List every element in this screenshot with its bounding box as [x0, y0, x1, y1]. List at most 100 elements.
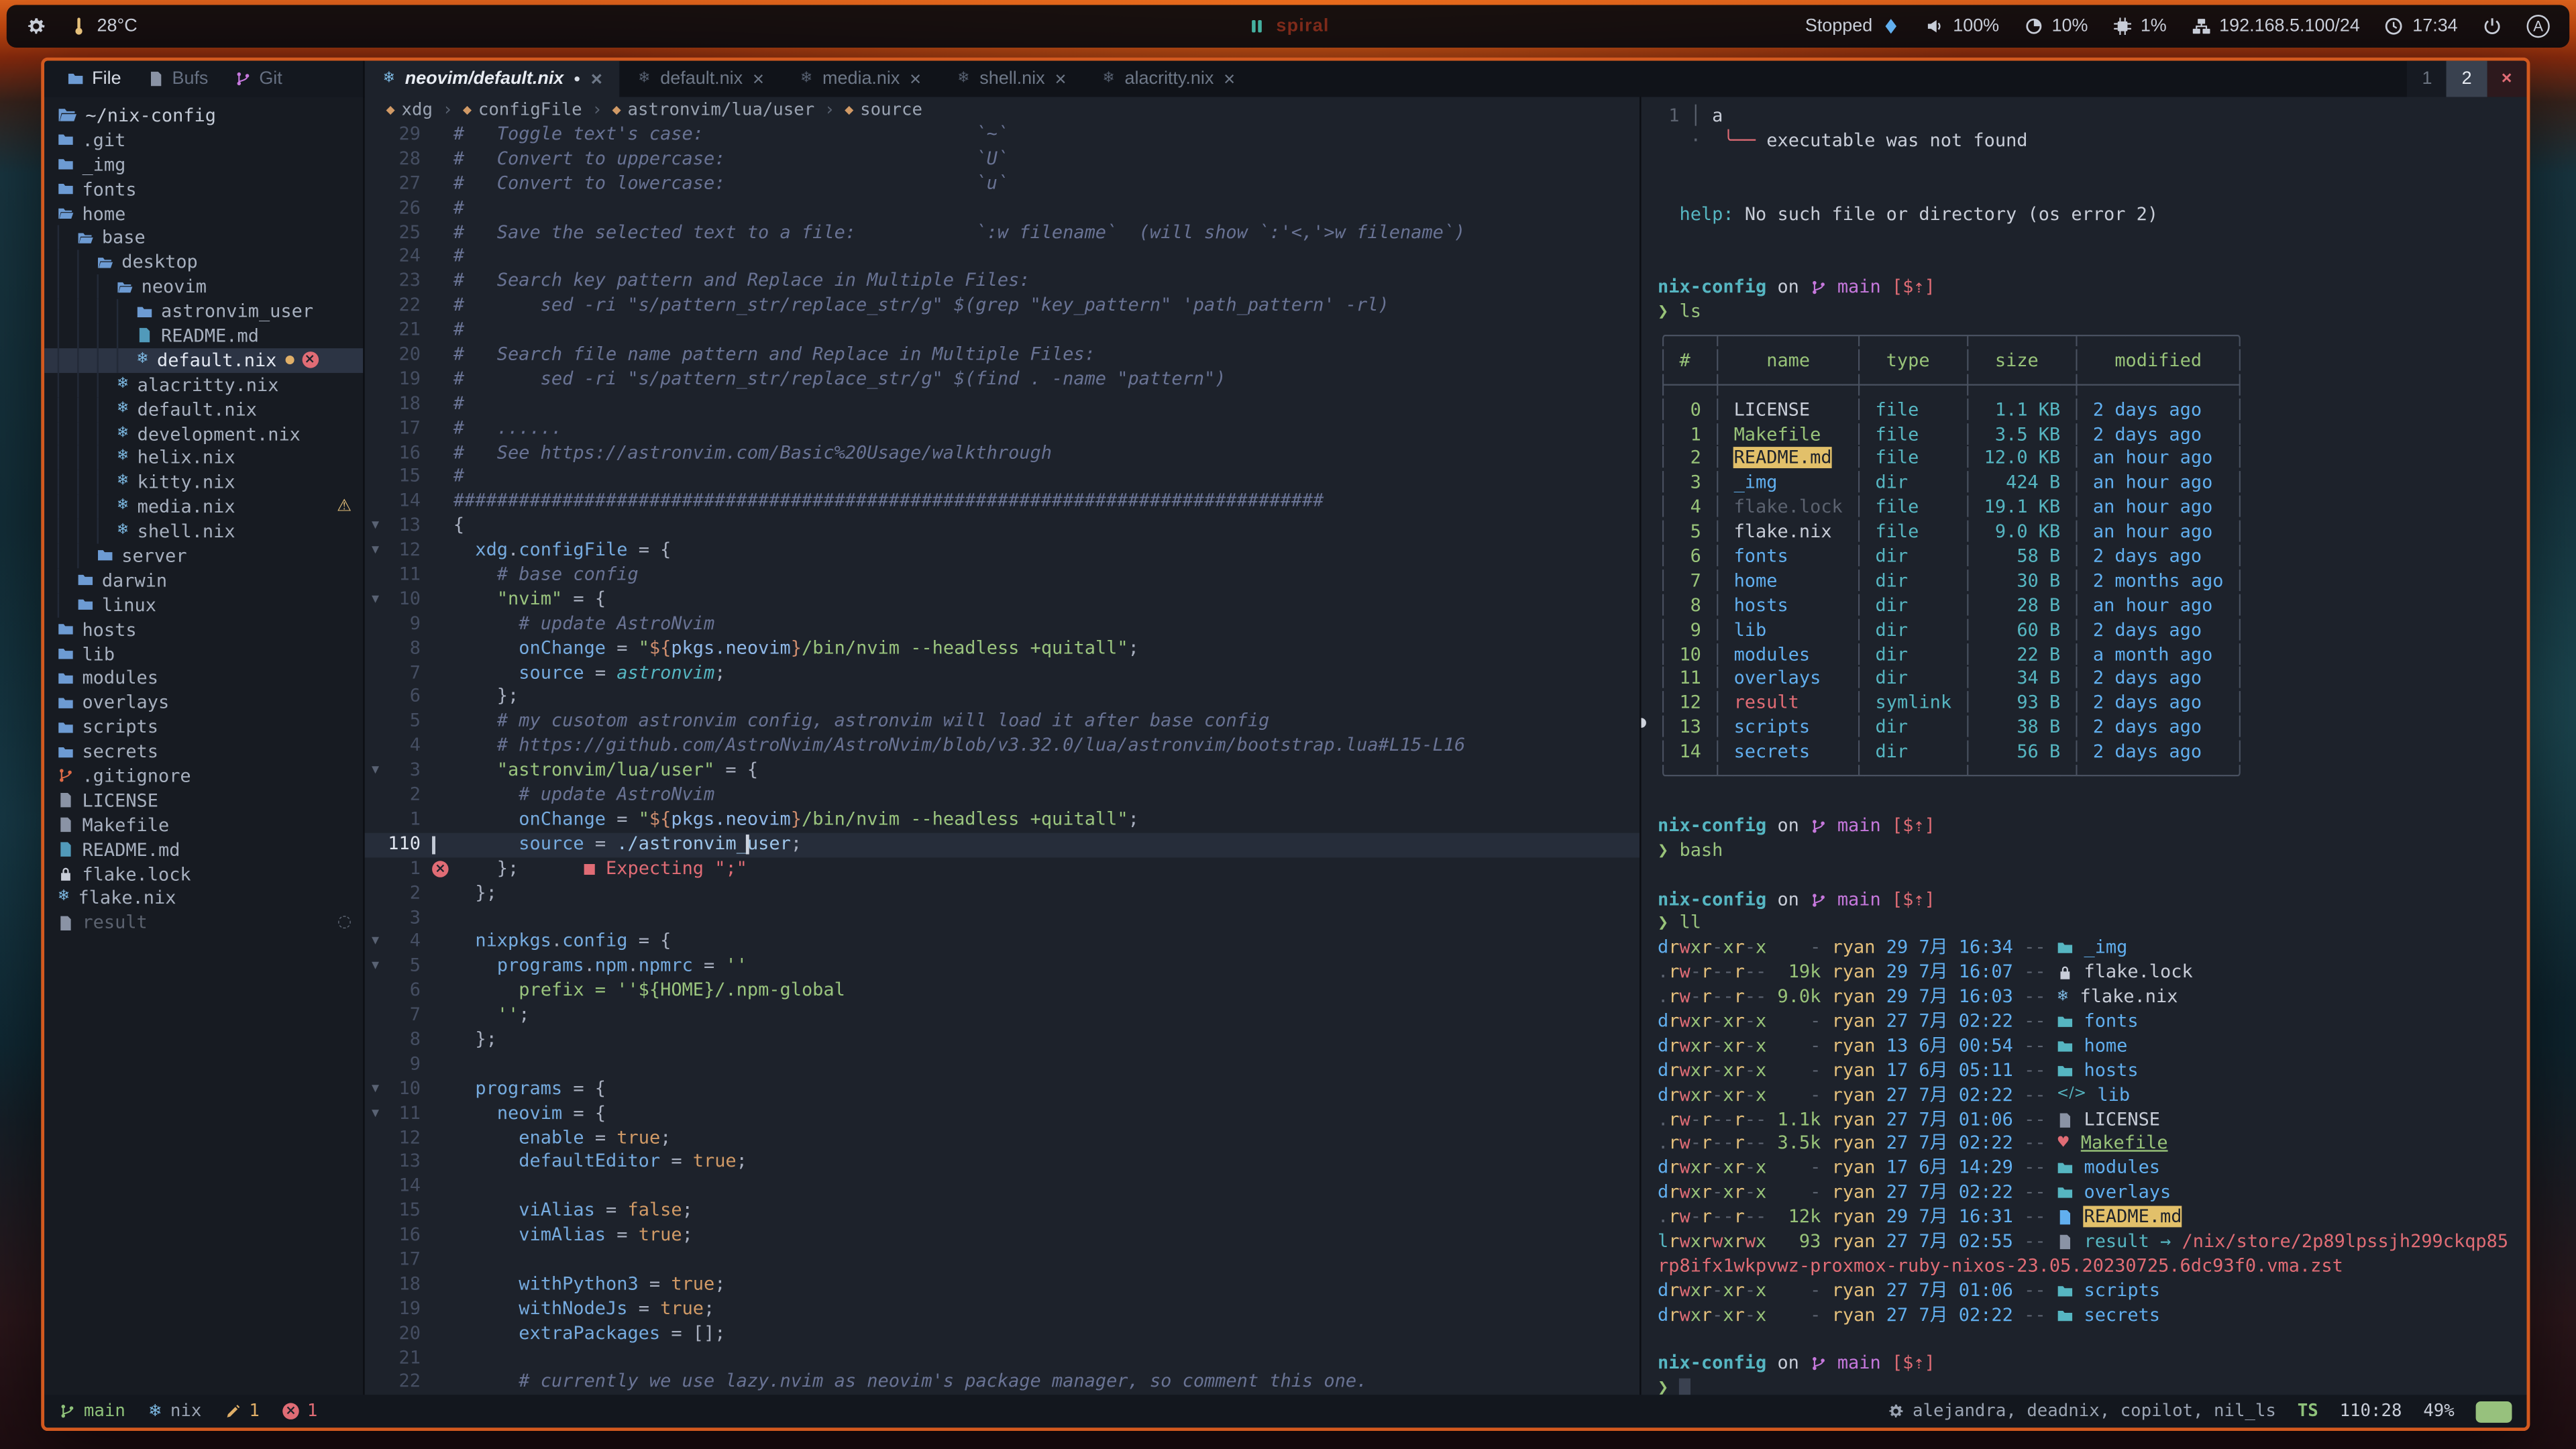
terminal-pane[interactable]: 1 │ a · ╰── executable was not found hel… — [1640, 97, 2526, 1395]
topbar-network-address[interactable]: 192.168.5.100/24 — [2192, 16, 2360, 36]
tree-item-overlays[interactable]: overlays — [44, 690, 363, 714]
code-line[interactable]: 15# — [365, 466, 1640, 490]
topbar-clock[interactable]: 17:34 — [2385, 16, 2458, 36]
buffer-tab[interactable]: ❄alacritty.nix× — [1084, 61, 1253, 97]
tree-item-helix.nix[interactable]: ❄helix.nix — [44, 446, 363, 470]
code-line[interactable]: 22# sed -ri "s/pattern_str/replace_str/g… — [365, 294, 1640, 319]
tree-item-hosts[interactable]: hosts — [44, 617, 363, 641]
code-line[interactable]: 7 ''; — [365, 1004, 1640, 1028]
code-line[interactable]: 19# sed -ri "s/pattern_str/replace_str/g… — [365, 368, 1640, 392]
code-line[interactable]: 20# Search file name pattern and Replace… — [365, 343, 1640, 368]
tree-item-secrets[interactable]: secrets — [44, 739, 363, 763]
code-line[interactable]: 19 withNodeJs = true; — [365, 1297, 1640, 1322]
code-line[interactable]: 17# ...... — [365, 417, 1640, 441]
code-line[interactable]: 29# Toggle text's case: `~` — [365, 123, 1640, 148]
code-line[interactable]: 17 — [365, 1248, 1640, 1273]
code-line[interactable]: 25# Save the selected text to a file: `:… — [365, 221, 1640, 246]
buffer-tab[interactable]: ❄shell.nix× — [939, 61, 1084, 97]
tree-item-README.md[interactable]: README.md — [44, 837, 363, 861]
code-line[interactable]: 16# See https://astronvim.com/Basic%20Us… — [365, 441, 1640, 466]
tree-item-kitty.nix[interactable]: ❄kitty.nix — [44, 470, 363, 494]
code-line[interactable]: 12 enable = true; — [365, 1126, 1640, 1150]
tree-item-flake.nix[interactable]: ❄flake.nix — [44, 886, 363, 910]
tree-item-media.nix[interactable]: ❄media.nix⚠ — [44, 495, 363, 519]
buffer-tab[interactable]: ❄neovim/default.nix●× — [365, 61, 621, 97]
tree-item-neovim[interactable]: neovim — [44, 275, 363, 299]
fold-indicator[interactable]: ▾ — [365, 539, 386, 564]
topbar-volume[interactable]: 100% — [1925, 16, 2000, 36]
code-line[interactable]: 7 source = astronvim; — [365, 661, 1640, 686]
code-line[interactable]: ▾11 neovim = { — [365, 1102, 1640, 1126]
fold-indicator[interactable]: ▾ — [365, 515, 386, 539]
tree-item-server[interactable]: server — [44, 544, 363, 568]
tree-item-astronvim_user[interactable]: astronvim_user — [44, 299, 363, 323]
code-line[interactable]: ▾13{ — [365, 515, 1640, 539]
file-explorer-root[interactable]: ~/nix-config — [44, 103, 363, 127]
code-line[interactable]: 18 withPython3 = true; — [365, 1273, 1640, 1297]
code-line[interactable]: ▾12 xdg.configFile = { — [365, 539, 1640, 564]
topbar-keyboard-layout[interactable]: A — [2527, 15, 2550, 38]
code-line[interactable]: 18# — [365, 392, 1640, 417]
code-line[interactable]: 9 # update AstroNvim — [365, 612, 1640, 637]
code-line[interactable]: 4 # https://github.com/AstroNvim/AstroNv… — [365, 735, 1640, 759]
shell-command[interactable]: ❯ ll — [1658, 912, 2527, 936]
tree-item-scripts[interactable]: scripts — [44, 715, 363, 739]
code-line[interactable]: 14######################################… — [365, 490, 1640, 515]
close-icon[interactable]: × — [590, 69, 602, 89]
tree-item-_img[interactable]: _img — [44, 152, 363, 176]
tree-item-default.nix[interactable]: ❄default.nix●× — [44, 348, 363, 372]
fold-indicator[interactable]: ▾ — [365, 588, 386, 613]
code-line[interactable]: 21 — [365, 1346, 1640, 1371]
temperature-widget[interactable]: 28°C — [69, 16, 138, 36]
tree-item-base[interactable]: base — [44, 226, 363, 250]
tree-item-default.nix[interactable]: ❄default.nix — [44, 397, 363, 421]
code-line[interactable]: 2 }; — [365, 881, 1640, 906]
explorer-tab-git[interactable]: Git — [221, 61, 295, 97]
code-line[interactable]: 27# Convert to lowercase: `u` — [365, 172, 1640, 197]
breadcrumb-item[interactable]: ◆xdg — [386, 100, 433, 119]
tree-item-modules[interactable]: modules — [44, 666, 363, 690]
code-line[interactable]: ▾3 "astronvim/lua/user" = { — [365, 759, 1640, 784]
tree-item-shell.nix[interactable]: ❄shell.nix — [44, 519, 363, 543]
code-line[interactable]: 8 onChange = "${pkgs.neovim}/bin/nvim --… — [365, 637, 1640, 661]
fold-indicator[interactable]: ▾ — [365, 1102, 386, 1126]
tree-item-alacritty.nix[interactable]: ❄alacritty.nix — [44, 372, 363, 396]
fold-indicator[interactable]: ▾ — [365, 759, 386, 784]
code-line[interactable]: 9 — [365, 1053, 1640, 1077]
code-line[interactable]: 15 viAlias = false; — [365, 1199, 1640, 1224]
fold-indicator[interactable]: ▾ — [365, 1077, 386, 1102]
tabpage-2[interactable]: 2 — [2447, 61, 2487, 97]
code-line[interactable]: 110 source = ./astronvim_user; — [365, 833, 1640, 857]
fold-indicator[interactable]: ▾ — [365, 930, 386, 955]
code-line[interactable]: 13 defaultEditor = true; — [365, 1150, 1640, 1175]
close-icon[interactable]: × — [910, 69, 921, 89]
code-area[interactable]: 29# Toggle text's case: `~`28# Convert t… — [365, 123, 1640, 1395]
code-line[interactable]: ▾10 "nvim" = { — [365, 588, 1640, 612]
code-line[interactable]: 23# Search key pattern and Replace in Mu… — [365, 270, 1640, 294]
tree-item-desktop[interactable]: desktop — [44, 250, 363, 274]
topbar-power[interactable] — [2482, 16, 2502, 36]
code-line[interactable]: 5 # my cusotom astronvim config, astronv… — [365, 710, 1640, 735]
code-line[interactable]: 26# — [365, 197, 1640, 221]
tree-item-fonts[interactable]: fonts — [44, 177, 363, 201]
code-line[interactable]: ▾5 programs.npm.npmrc = '' — [365, 955, 1640, 979]
shell-command[interactable]: ❯ ls — [1658, 301, 2527, 325]
code-line[interactable]: 1× }; ■ Expecting ";" — [365, 857, 1640, 881]
shell-command[interactable]: ❯ — [1658, 1377, 2527, 1395]
code-line[interactable]: 6 }; — [365, 686, 1640, 710]
git-branch-segment[interactable]: main — [59, 1401, 125, 1421]
code-line[interactable]: ▾4 nixpkgs.config = { — [365, 930, 1640, 955]
breadcrumb-item[interactable]: ◆source — [845, 100, 922, 119]
tree-item-.git[interactable]: .git — [44, 128, 363, 152]
code-line[interactable]: 1 onChange = "${pkgs.neovim}/bin/nvim --… — [365, 808, 1640, 833]
code-line[interactable]: 3 — [365, 906, 1640, 930]
breadcrumb-item[interactable]: ◆configFile — [463, 100, 582, 119]
topbar-recording-status[interactable]: Stopped — [1805, 16, 1900, 36]
tree-item-home[interactable]: home — [44, 201, 363, 225]
tree-item-linux[interactable]: linux — [44, 593, 363, 617]
tree-item-Makefile[interactable]: Makefile — [44, 813, 363, 837]
tree-item-development.nix[interactable]: ❄development.nix — [44, 421, 363, 445]
buffer-tab[interactable]: ❄media.nix× — [782, 61, 939, 97]
code-line[interactable]: 2 # update AstroNvim — [365, 784, 1640, 808]
close-icon[interactable]: × — [753, 69, 764, 89]
